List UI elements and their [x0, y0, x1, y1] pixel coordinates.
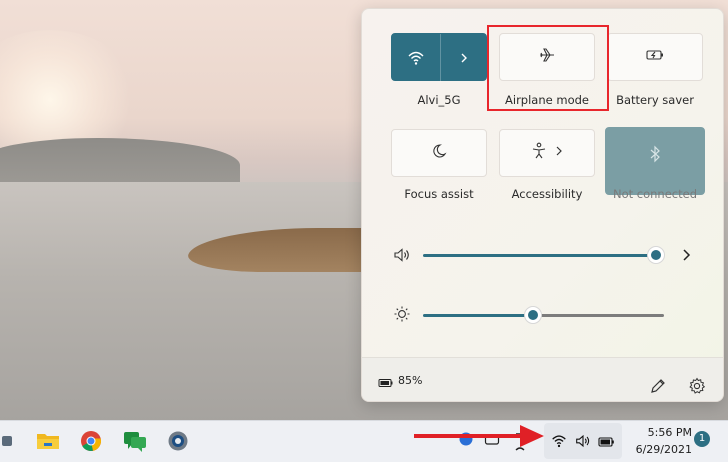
- battery-saver-tile[interactable]: [607, 33, 703, 81]
- battery-percentage: 85%: [398, 374, 423, 387]
- brightness-slider-thumb[interactable]: [524, 306, 542, 324]
- widgets-icon[interactable]: [0, 427, 22, 455]
- camera-tray-icon[interactable]: [482, 429, 502, 449]
- accessibility-label: Accessibility: [511, 187, 583, 201]
- annotation-arrow-shaft: [414, 434, 526, 438]
- bluetooth-label: Not connected: [612, 187, 698, 201]
- wifi-tray-icon: [550, 432, 568, 454]
- accessibility-tile[interactable]: [499, 129, 595, 177]
- notification-badge[interactable]: 1: [694, 431, 710, 447]
- volume-tray-icon: [574, 432, 592, 454]
- edit-pencil-icon[interactable]: [648, 376, 668, 400]
- clock-date: 6/29/2021: [635, 443, 692, 456]
- bluetooth-tile[interactable]: [605, 127, 705, 195]
- quick-settings-footer: 85%: [362, 357, 723, 401]
- battery-icon: [378, 374, 394, 393]
- brightness-slider-fill[interactable]: [423, 314, 533, 317]
- wifi-expand-chevron-icon[interactable]: [456, 48, 472, 72]
- bluetooth-tray-icon[interactable]: [456, 429, 476, 449]
- volume-slider-thumb[interactable]: [647, 246, 665, 264]
- moon-icon: [429, 141, 449, 165]
- taskbar: 5:56 PM 6/29/2021 1: [0, 420, 728, 462]
- accessibility-icon: [530, 141, 548, 165]
- clock-time: 5:56 PM: [647, 426, 692, 439]
- wifi-tile[interactable]: [391, 33, 487, 82]
- battery-saver-icon: [644, 45, 666, 69]
- focus-assist-label: Focus assist: [404, 187, 474, 201]
- quick-settings-tray-button[interactable]: [544, 423, 622, 459]
- file-explorer-icon[interactable]: [34, 427, 62, 455]
- wifi-tile-divider: [440, 34, 441, 82]
- brightness-icon: [393, 305, 411, 327]
- chrome-icon[interactable]: [77, 427, 105, 455]
- wifi-tile-label: Alvi_5G: [417, 93, 461, 107]
- volume-slider-fill[interactable]: [423, 254, 657, 257]
- brightness-slider-track[interactable]: [533, 314, 664, 317]
- audio-output-chevron-icon[interactable]: [680, 245, 694, 269]
- battery-tray-icon: [598, 434, 616, 453]
- wifi-icon[interactable]: [406, 48, 426, 72]
- annotation-arrow-head: [520, 425, 544, 447]
- wallpaper-hill: [0, 138, 240, 188]
- bluetooth-icon: [647, 144, 663, 168]
- airplane-mode-highlight-box: [487, 25, 609, 111]
- speaker-icon[interactable]: [392, 245, 412, 269]
- accessibility-chevron-icon[interactable]: [554, 141, 564, 165]
- focus-assist-tile[interactable]: [391, 129, 487, 177]
- settings-icon[interactable]: [164, 427, 192, 455]
- clock[interactable]: 5:56 PM 6/29/2021: [628, 424, 692, 458]
- messages-icon[interactable]: [121, 427, 149, 455]
- settings-gear-icon[interactable]: [687, 376, 707, 400]
- battery-saver-label: Battery saver: [616, 93, 694, 107]
